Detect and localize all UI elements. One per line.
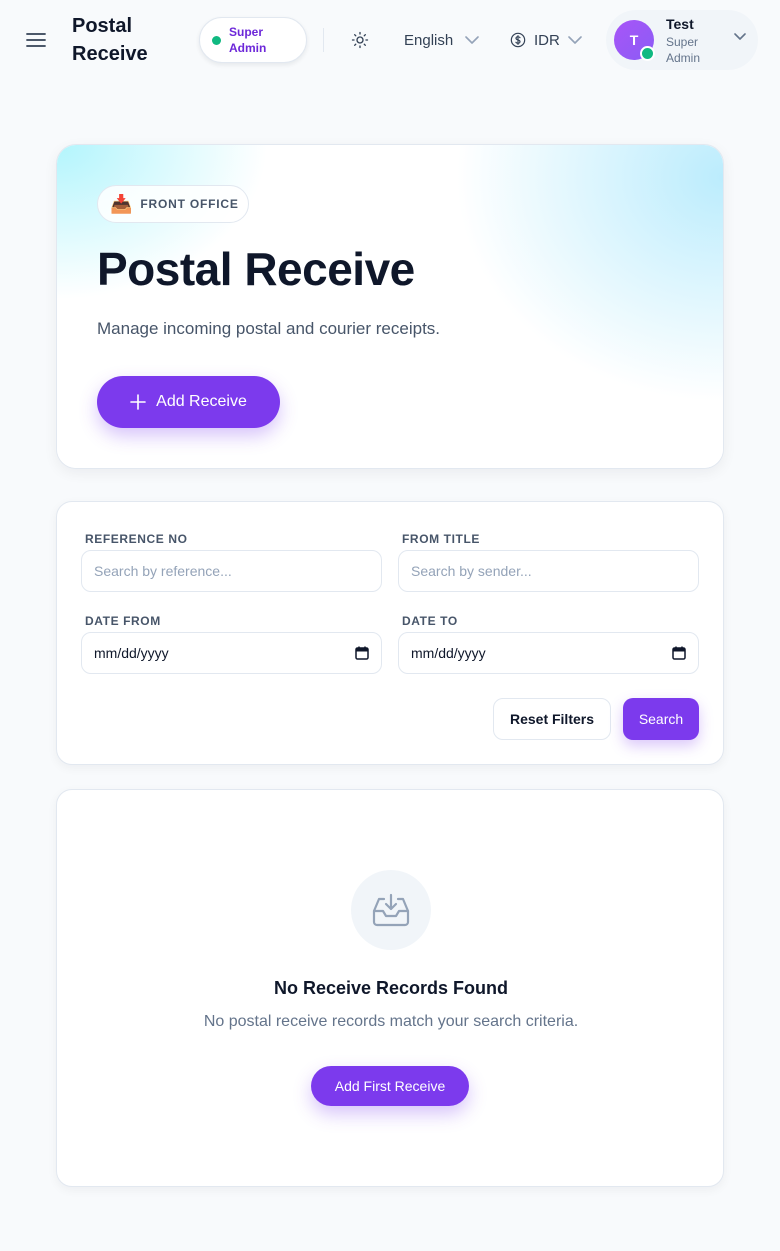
reference-no-input[interactable]: Search by reference... (81, 550, 382, 592)
empty-state-card: No Receive Records Found No postal recei… (56, 789, 724, 1187)
role-badge-label: Super Admin (229, 25, 267, 55)
page-title: Postal Receive (97, 243, 415, 295)
chevron-down-icon (465, 36, 480, 44)
online-status-dot (212, 35, 221, 45)
calendar-icon[interactable] (355, 646, 369, 660)
currency-label: IDR (534, 31, 560, 49)
filter-card: REFERENCE NO Search by reference... FROM… (56, 501, 724, 765)
date-from-label: DATE FROM (85, 614, 161, 628)
add-receive-button[interactable]: Add Receive (97, 376, 280, 428)
search-button[interactable]: Search (623, 698, 699, 740)
top-header: Postal Receive Super Admin English IDR T… (0, 0, 780, 80)
chevron-down-icon (568, 36, 582, 44)
section-badge: 📥 FRONT OFFICE (97, 185, 249, 223)
add-first-receive-button[interactable]: Add First Receive (311, 1066, 469, 1106)
dollar-circle-icon (510, 32, 526, 48)
inbox-download-icon (372, 893, 410, 927)
reference-no-label: REFERENCE NO (85, 532, 188, 546)
user-name: Test (666, 16, 694, 32)
menu-toggle-button[interactable] (24, 28, 48, 52)
date-to-value: mm/dd/yyyy (411, 645, 486, 661)
empty-state-icon-circle (351, 870, 431, 950)
reference-no-placeholder: Search by reference... (94, 563, 232, 579)
user-online-indicator (640, 46, 655, 61)
empty-state-text: No postal receive records match your sea… (203, 1013, 579, 1030)
plus-icon (130, 394, 146, 410)
date-to-input[interactable]: mm/dd/yyyy (398, 632, 699, 674)
from-title-input[interactable]: Search by sender... (398, 550, 699, 592)
theme-toggle-button[interactable] (348, 28, 372, 52)
currency-selector[interactable]: IDR (510, 28, 582, 52)
user-role: Super Admin (666, 35, 701, 65)
date-from-value: mm/dd/yyyy (94, 645, 169, 661)
from-title-label: FROM TITLE (402, 532, 480, 546)
from-title-placeholder: Search by sender... (411, 563, 532, 579)
user-menu[interactable]: T Test Super Admin (606, 10, 758, 70)
sun-icon (351, 31, 369, 49)
role-badge: Super Admin (199, 17, 307, 63)
reset-filters-button[interactable]: Reset Filters (493, 698, 611, 740)
calendar-icon[interactable] (672, 646, 686, 660)
header-divider (323, 28, 324, 52)
language-label: English (404, 31, 454, 49)
hamburger-menu-icon (26, 33, 46, 47)
section-badge-label: FRONT OFFICE (140, 197, 239, 211)
date-to-label: DATE TO (402, 614, 458, 628)
inbox-tray-icon: 📥 (110, 194, 133, 214)
add-receive-label: Add Receive (156, 393, 247, 410)
empty-state-title: No Receive Records Found (273, 978, 509, 998)
language-selector[interactable]: English (404, 28, 480, 52)
date-from-input[interactable]: mm/dd/yyyy (81, 632, 382, 674)
app-title: Postal Receive (72, 15, 148, 65)
chevron-down-icon (734, 33, 746, 40)
page-subtitle: Manage incoming postal and courier recei… (97, 319, 441, 338)
page-hero-card: 📥 FRONT OFFICE Postal Receive Manage inc… (56, 144, 724, 469)
